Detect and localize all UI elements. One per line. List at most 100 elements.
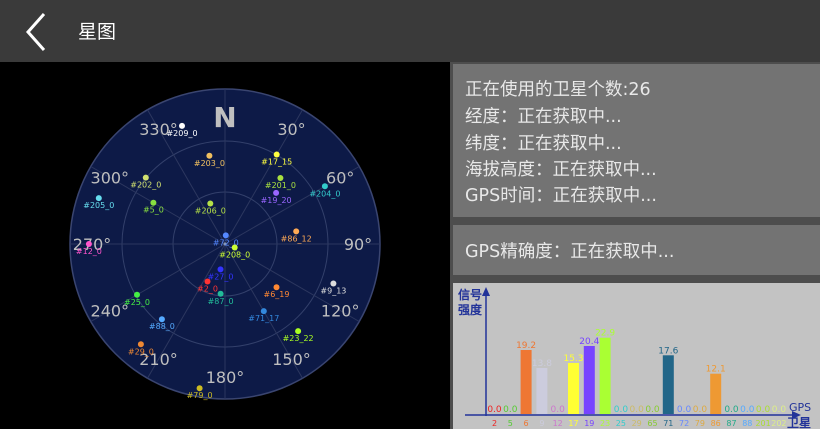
signal-value-label: 13.8 xyxy=(532,359,552,369)
signal-bar-group: 0.012 xyxy=(551,405,566,428)
signal-value-label: 0.0 xyxy=(740,405,755,415)
signal-value-label: 0.0 xyxy=(487,405,502,415)
longitude-text: 经度：正在获取中... xyxy=(465,107,622,127)
satellite-id-label: 201 xyxy=(755,419,770,428)
signal-value-label: 0.0 xyxy=(630,405,645,415)
satellite-label: #23_22 xyxy=(283,334,314,343)
y-axis-label-line2: 强度 xyxy=(458,302,483,317)
signal-value-label: 0.0 xyxy=(551,405,566,415)
gps-time-text: GPS时间：正在获取中... xyxy=(465,186,657,206)
degree-label: 180° xyxy=(206,368,245,387)
signal-bar-group: 0.029 xyxy=(630,405,645,428)
signal-value-label: 0.0 xyxy=(614,405,629,415)
satellites-in-use: 正在使用的卫星个数:26 xyxy=(465,80,651,100)
satellite-label: #208_0 xyxy=(219,251,250,260)
accuracy-panel: GPS精确度：正在获取中... xyxy=(453,225,820,275)
satellite-id-label: 202 xyxy=(771,419,786,428)
signal-bar-group: 0.079 xyxy=(693,405,708,428)
signal-bar xyxy=(536,368,548,414)
signal-bar-group: 0.072 xyxy=(677,405,692,428)
signal-chart-panel: 信号 强度 GPS 卫星 0.0 2 0.0 5 19.2 6 13.8 9 0.0 12 15.3… xyxy=(453,283,820,429)
signal-value-label: 0.0 xyxy=(756,405,771,415)
signal-bar-group: 13.89 xyxy=(532,359,552,428)
signal-value-label: 0.0 xyxy=(724,405,739,415)
satellite-id-label: 65 xyxy=(647,419,657,428)
satellite-id-label: 79 xyxy=(695,419,705,428)
satellite-id-label: 86 xyxy=(711,419,721,428)
satellite-label: #209_0 xyxy=(166,129,197,138)
signal-value-label: 15.3 xyxy=(563,354,583,364)
satellite-label: #17_15 xyxy=(261,158,292,167)
satellite-label: #88_0 xyxy=(149,322,175,331)
satellite-label: #2_0 xyxy=(197,285,218,294)
signal-bar xyxy=(662,355,674,414)
signal-value-label: 0.0 xyxy=(503,405,518,415)
satellite-label: #25_0 xyxy=(124,298,150,307)
latitude-text: 纬度：正在获取中... xyxy=(465,134,622,154)
satellite-id-label: 19 xyxy=(584,419,594,428)
satellite-label: #87_0 xyxy=(208,297,234,306)
satellite-id-label: 9 xyxy=(539,419,544,428)
satellite-id-label: 87 xyxy=(726,419,736,428)
signal-value-label: 0.0 xyxy=(693,405,708,415)
x-axis-label-line2: 卫星 xyxy=(787,416,811,429)
signal-bar-group: 0.088 xyxy=(740,405,755,428)
satellite-label: #204_0 xyxy=(309,189,340,198)
sky-map: N 30°60°90°120°150°180°210°240°270°300°3… xyxy=(69,88,381,400)
satellite-label: #9_13 xyxy=(320,287,346,296)
gps-accuracy-text: GPS精确度：正在获取中... xyxy=(465,242,675,262)
signal-bar-group: 0.087 xyxy=(724,405,739,428)
signal-bar-group: 0.0201 xyxy=(755,405,770,428)
satellite-label: #203_0 xyxy=(194,159,225,168)
signal-value-label: 0.0 xyxy=(772,405,787,415)
signal-bar-group: 0.02 xyxy=(487,405,502,428)
satellite-id-label: 5 xyxy=(508,419,513,428)
satellite-id-label: 72 xyxy=(679,419,689,428)
degree-label: 30° xyxy=(277,120,305,139)
satellite-id-label: 71 xyxy=(663,419,673,428)
satellite-id-label: 25 xyxy=(616,419,626,428)
signal-bar-group: 12.1 86 xyxy=(706,365,726,428)
signal-bar-group: 0.0202 xyxy=(771,405,786,428)
back-arrow-icon[interactable] xyxy=(14,10,58,54)
signal-bar-group: 0.025 xyxy=(614,405,629,428)
satellite-id-label: 88 xyxy=(742,419,752,428)
satellite-id-label: 23 xyxy=(600,419,610,428)
signal-bars: 0.020.0519.2613.890.01215.31720.41922.92… xyxy=(487,329,786,428)
y-axis-label-line1: 信号 xyxy=(458,287,482,302)
signal-bar xyxy=(583,346,595,414)
satellite-id-label: 29 xyxy=(632,419,642,428)
signal-value-label: 17.6 xyxy=(658,346,678,356)
satellite-id-label: 2 xyxy=(492,419,497,428)
signal-bar-group: 0.05 xyxy=(503,405,518,428)
satellite-label: #5_0 xyxy=(143,206,164,215)
degree-label: 60° xyxy=(326,169,354,188)
y-axis-arrow xyxy=(482,287,490,296)
north-label: N xyxy=(213,101,236,134)
signal-value-label: 19.2 xyxy=(516,341,536,351)
satellite-id-label: 17 xyxy=(568,419,578,428)
signal-bar-group: 15.3 17 xyxy=(563,354,583,428)
satellite-id-label: 12 xyxy=(553,419,563,428)
top-bar: 星图 xyxy=(0,0,820,62)
satellite-id-label: 6 xyxy=(524,419,529,428)
signal-bar xyxy=(520,350,532,414)
location-info-panel: 正在使用的卫星个数:26 经度：正在获取中... 纬度：正在获取中... 海拔高… xyxy=(453,64,820,217)
degree-label: 300° xyxy=(91,169,130,188)
satellite-label: #19_20 xyxy=(261,196,292,205)
signal-value-label: 22.9 xyxy=(595,329,615,339)
satellite-label: #29_0 xyxy=(128,347,154,356)
satellite-label: #71_17 xyxy=(248,314,279,323)
signal-bar xyxy=(599,337,611,414)
satellite-label: #27_0 xyxy=(208,272,234,281)
degree-label: 90° xyxy=(344,235,372,254)
satellite-label: #79_0 xyxy=(187,391,213,400)
satellite-label: #202_0 xyxy=(130,181,161,190)
satellite-label: #6_19 xyxy=(264,290,290,299)
signal-bar-group: 0.065 xyxy=(645,405,660,428)
page-title: 星图 xyxy=(78,21,117,43)
satellite-label: #86_12 xyxy=(281,234,312,243)
altitude-text: 海拔高度：正在获取中... xyxy=(465,160,657,180)
signal-bar xyxy=(710,373,722,414)
satellite-label: #12_0 xyxy=(76,247,102,256)
